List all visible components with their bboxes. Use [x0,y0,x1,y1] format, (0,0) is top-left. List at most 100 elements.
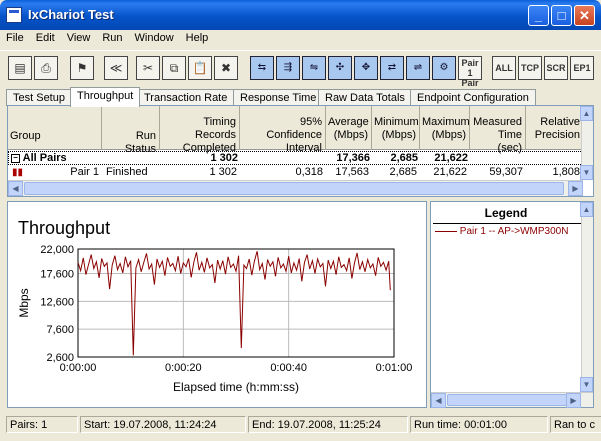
toolbar: ▤ ⎙ ⚑ ≪ ✂ ⧉ 📋 ✖ ⇆ ⇶ ⇋ ✣ ✥ ⇄ ⇌ ⚙ Pair 1 Pa… [0,50,601,98]
ep1-button[interactable]: EP1 [570,56,594,80]
tab-response-time[interactable]: Response Time [233,89,324,106]
tcp-button[interactable]: TCP [518,56,542,80]
series-pair-1-line [77,251,391,356]
group-name: All Pairs [22,152,67,164]
x-tick-label: 0:00:40 [270,362,307,374]
col-measured-time[interactable]: Measured Time (sec) [470,106,526,154]
maximum-value: 21,622 [433,166,467,178]
app-icon [6,7,22,23]
pair-replicate-icon[interactable]: ⇄ [380,56,404,80]
minimum-value: 2,685 [389,166,417,178]
minimize-button[interactable]: _ [528,5,549,26]
table-row[interactable]: − All Pairs 1 302 17,366 2,685 21,622 [8,151,583,165]
pair-view-button[interactable]: Pair 1Pair 2 [458,56,482,98]
x-axis-label: Elapsed time (h:mm:ss) [173,380,299,394]
add-multicast-icon[interactable]: ⇶ [276,56,300,80]
scr-button[interactable]: SCR [544,56,568,80]
add-pair-icon[interactable]: ⇆ [250,56,274,80]
menu-help[interactable]: Help [180,30,215,44]
col-confidence-interval[interactable]: 95% Confidence Interval [240,106,326,154]
run-status [103,152,161,166]
pair-swap-icon[interactable]: ⇌ [406,56,430,80]
legend-horizontal-scrollbar[interactable]: ◀ ▶ [431,392,593,408]
copy-icon[interactable]: ⧉ [162,56,186,80]
col-run-status[interactable]: Run Status [102,106,160,155]
run-status: Finished [106,166,148,178]
col-minimum[interactable]: Minimum (Mbps) [372,106,420,150]
maximum-value: 21,622 [434,152,468,164]
y-tick-label: 22,000 [40,244,74,256]
pair-edit-icon[interactable]: ⇋ [302,56,326,80]
scroll-thumb[interactable] [447,394,567,406]
chart-title: Throughput [18,218,110,238]
collapse-icon[interactable]: − [11,153,20,163]
col-maximum[interactable]: Maximum (Mbps) [420,106,470,150]
status-end: End: 19.07.2008, 11:25:24 [248,416,408,433]
title-bar: IxChariot Test _ □ ✕ [0,0,601,30]
save-icon[interactable]: ▤ [8,56,32,80]
scroll-down-icon[interactable]: ▼ [580,165,593,180]
confidence-interval: 0,318 [295,166,323,178]
legend-vertical-scrollbar[interactable]: ▲ ▼ [580,202,593,392]
menu-edit[interactable]: Edit [30,30,61,44]
col-group[interactable]: Group [8,106,102,150]
stop-icon[interactable]: ≪ [104,56,128,80]
row-expander[interactable]: − All Pairs [11,152,105,166]
all-button[interactable]: ALL [492,56,516,80]
x-tick-label: 0:01:00 [376,362,413,374]
scroll-left-icon[interactable]: ◀ [8,181,23,196]
results-grid: Group Run Status Timing Records Complete… [7,105,594,197]
scroll-thumb[interactable] [24,182,564,195]
pair-options-icon[interactable]: ⚙ [432,56,456,80]
cut-icon[interactable]: ✂ [136,56,160,80]
minimum-value: 2,685 [390,152,418,164]
run-icon[interactable]: ⚑ [70,56,94,80]
maximize-button[interactable]: □ [551,5,572,26]
grid-vertical-scrollbar[interactable]: ▲ ▼ [580,106,593,180]
tab-endpoint-configuration[interactable]: Endpoint Configuration [410,89,536,106]
grid-horizontal-scrollbar[interactable]: ◀ ▶ [8,180,583,196]
delete-icon[interactable]: ✖ [214,56,238,80]
legend-panel: Legend Pair 1 -- AP->WMP300N ▲ ▼ ◀ ▶ [430,201,594,408]
tab-raw-data-totals[interactable]: Raw Data Totals [318,89,412,106]
average-value: 17,366 [336,152,370,164]
scroll-up-icon[interactable]: ▲ [580,106,593,121]
scroll-left-icon[interactable]: ◀ [431,393,446,408]
menu-file[interactable]: File [0,30,30,44]
menu-view[interactable]: View [61,30,97,44]
pair-group-icon[interactable]: ✥ [354,56,378,80]
pair-network-icon[interactable]: ✣ [328,56,352,80]
tab-strip: Test Setup Throughput Transaction Rate R… [0,87,601,107]
menu-bar: File Edit View Run Window Help [0,30,601,49]
legend-title: Legend [484,206,528,220]
grid-header: Group Run Status Timing Records Complete… [8,106,583,155]
relative-precision [527,152,584,166]
menu-run[interactable]: Run [96,30,128,44]
status-bar: Pairs: 1 Start: 19.07.2008, 11:24:24 End… [0,412,601,436]
paste-icon[interactable]: 📋 [188,56,212,80]
relative-precision: 1,808 [552,166,580,178]
close-button[interactable]: ✕ [574,5,595,26]
legend-item-label: Pair 1 -- AP->WMP300N [459,226,569,237]
print-icon[interactable]: ⎙ [34,56,58,80]
scroll-up-icon[interactable]: ▲ [580,202,593,217]
col-relative-precision[interactable]: Relative Precision [526,106,583,150]
timing-records: 1 302 [209,166,237,178]
table-row[interactable]: ▮▮ Pair 1 Finished 1 302 0,318 17,563 2,… [8,166,583,180]
col-timing-records[interactable]: Timing Records Completed [160,106,240,154]
scroll-right-icon[interactable]: ▶ [566,393,581,408]
legend-swatch [435,230,457,232]
legend-item[interactable]: Pair 1 -- AP->WMP300N [435,226,583,237]
scroll-down-icon[interactable]: ▼ [580,377,593,392]
menu-window[interactable]: Window [129,30,180,44]
y-tick-label: 7,600 [46,324,74,336]
y-tick-label: 17,600 [40,268,74,280]
status-pairs: Pairs: 1 [6,416,78,433]
col-average[interactable]: Average (Mbps) [326,106,372,150]
tab-throughput[interactable]: Throughput [70,87,141,107]
tab-test-setup[interactable]: Test Setup [6,89,72,106]
tab-transaction-rate[interactable]: Transaction Rate [137,89,235,106]
scroll-right-icon[interactable]: ▶ [568,181,583,196]
throughput-chart: Throughput 22,00017,60012,6007,6002,600 … [17,218,413,394]
x-tick-label: 0:00:20 [165,362,202,374]
